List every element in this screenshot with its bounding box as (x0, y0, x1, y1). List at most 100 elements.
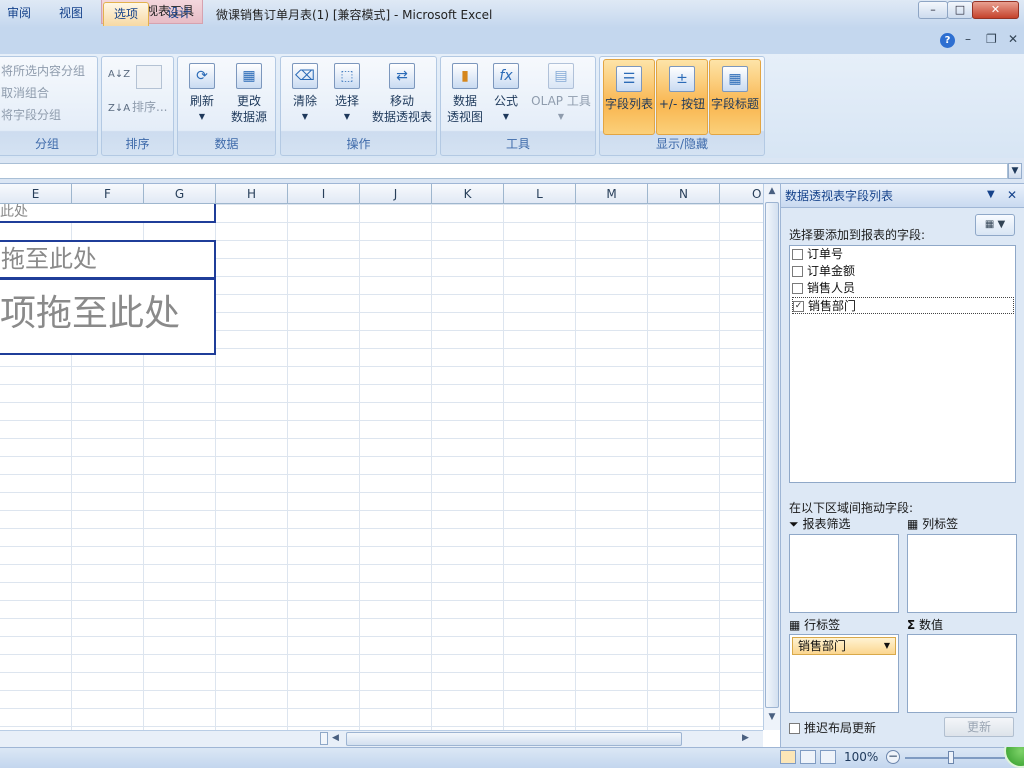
vertical-scroll-thumb[interactable] (765, 202, 779, 708)
group-field-item[interactable]: 将字段分组 (1, 106, 61, 123)
field-list-layout-button[interactable]: ▦ ▼ (975, 214, 1015, 236)
column-header-l[interactable]: L (504, 184, 576, 204)
sort-custom-button[interactable]: 排序... (132, 98, 167, 115)
vertical-scrollbar[interactable]: ▲ ▼ (763, 184, 780, 730)
tab-view[interactable]: 视图 (52, 2, 90, 26)
field-item-department[interactable]: ✓ 销售部门 (792, 297, 1014, 314)
minimize-button[interactable]: – (918, 1, 948, 19)
column-header-m[interactable]: M (576, 184, 648, 204)
formula-input[interactable] (0, 163, 1008, 179)
select-label: 选择 (334, 94, 359, 108)
column-header-o[interactable]: O (720, 184, 763, 204)
field-checkbox[interactable] (792, 283, 803, 294)
defer-checkbox[interactable] (789, 723, 800, 734)
move-pivot-label-1: 移动 (389, 94, 414, 108)
zoom-level[interactable]: 100% (844, 750, 878, 764)
field-list-button[interactable]: ☰ 字段列表 (603, 59, 655, 135)
worksheet-grid[interactable]: E F G H I J K L M N O 此处 拖至此处 项拖至此处 (0, 184, 763, 730)
column-labels-zone[interactable] (907, 534, 1017, 613)
panel-close-icon[interactable]: ✕ (1007, 188, 1017, 202)
ribbon-close-icon[interactable]: ✕ (1008, 32, 1018, 46)
formula-button[interactable]: fx 公式 ▼ (489, 63, 523, 125)
sort-az-button[interactable]: A↓Z (108, 69, 130, 80)
field-checkbox[interactable] (792, 249, 803, 260)
group-label-grouping: 分组 (34, 137, 59, 151)
horizontal-scrollbar[interactable]: ◀ ▶ (0, 730, 763, 747)
field-item-order-amount[interactable]: 订单金额 (792, 263, 1014, 280)
column-header-j[interactable]: J (360, 184, 432, 204)
group-label-show-hide: 显示/隐藏 (655, 137, 709, 151)
sort-za-button[interactable]: Z↓A (108, 103, 130, 114)
scroll-up-icon[interactable]: ▲ (765, 186, 779, 200)
page-break-view-icon[interactable] (820, 750, 836, 764)
scroll-left-icon[interactable]: ◀ (332, 733, 339, 743)
column-header-k[interactable]: K (432, 184, 504, 204)
row-field-department[interactable]: 销售部门 ▼ (792, 637, 896, 655)
zoom-slider-thumb[interactable] (948, 751, 954, 764)
field-headers-button[interactable]: ▦ 字段标题 (709, 59, 761, 135)
select-icon: ⬚ (334, 63, 360, 89)
change-source-button[interactable]: ▦ 更改 数据源 (224, 63, 274, 125)
update-button[interactable]: 更新 (944, 717, 1014, 737)
ribbon-minimize-icon[interactable]: – (965, 32, 971, 46)
column-header-e[interactable]: E (0, 184, 72, 204)
field-item-salesperson[interactable]: 销售人员 (792, 280, 1014, 297)
group-label-data: 数据 (214, 137, 239, 151)
values-zone[interactable] (907, 634, 1017, 713)
expand-buttons-button[interactable]: ± +/- 按钮 (656, 59, 708, 135)
close-button[interactable]: ✕ (972, 1, 1019, 19)
field-checkbox[interactable] (792, 266, 803, 277)
clear-button[interactable]: ⌫ 清除 ▼ (285, 63, 325, 125)
pivot-chart-button[interactable]: ▮ 数据 透视图 (443, 63, 487, 125)
pivot-drop-area-values[interactable]: 项拖至此处 (0, 278, 216, 355)
group-show-hide: ☰ 字段列表 ± +/- 按钮 ▦ 字段标题 显示/隐藏 (599, 56, 765, 156)
group-selection-item[interactable]: 将所选内容分组 (1, 62, 85, 79)
report-filter-zone[interactable] (789, 534, 899, 613)
horizontal-scroll-thumb[interactable] (346, 732, 682, 746)
group-label-tools: 工具 (505, 137, 530, 151)
field-item-order-no[interactable]: 订单号 (792, 246, 1014, 263)
formula-expand-icon[interactable]: ▼ (1008, 163, 1022, 179)
ungroup-item[interactable]: 取消组合 (1, 84, 49, 101)
zoom-out-icon[interactable]: − (886, 750, 900, 764)
page-layout-view-icon[interactable] (800, 750, 816, 764)
olap-icon: ▤ (548, 63, 574, 89)
select-button[interactable]: ⬚ 选择 ▼ (327, 63, 367, 125)
tab-options[interactable]: 选项 (103, 2, 149, 26)
defer-layout-update[interactable]: 推迟布局更新 (789, 719, 876, 736)
pivot-chart-icon: ▮ (452, 63, 478, 89)
olap-tools-button[interactable]: ▤ OLAP 工具 ▼ (527, 63, 595, 125)
row-labels-zone[interactable]: 销售部门 ▼ (789, 634, 899, 713)
column-header-f[interactable]: F (72, 184, 144, 204)
layout-view-icon[interactable] (780, 750, 796, 764)
zoom-slider[interactable] (905, 757, 1005, 759)
column-header-h[interactable]: H (216, 184, 288, 204)
scroll-right-icon[interactable]: ▶ (742, 733, 749, 743)
row-field-dropdown-icon[interactable]: ▼ (884, 638, 890, 654)
tab-design[interactable]: 设计 (158, 2, 200, 26)
column-header-g[interactable]: G (144, 184, 216, 204)
defer-label: 推迟布局更新 (804, 721, 877, 735)
refresh-icon: ⟳ (189, 63, 215, 89)
pivot-drop-area-filter[interactable]: 此处 (0, 204, 216, 223)
tab-review[interactable]: 审阅 (0, 2, 38, 26)
row-field-label: 销售部门 (798, 639, 847, 653)
help-icon[interactable]: ? (940, 33, 955, 48)
choose-fields-label: 选择要添加到报表的字段: (789, 228, 926, 242)
field-checkbox-checked[interactable]: ✓ (793, 301, 804, 312)
sort-custom-icon (136, 65, 162, 89)
maximize-button[interactable]: □ (947, 1, 973, 19)
group-label-actions: 操作 (346, 137, 371, 151)
field-list-label: 字段列表 (604, 97, 653, 111)
sheet-split-handle[interactable] (320, 732, 328, 745)
panel-menu-icon[interactable]: ▼ (987, 189, 995, 200)
move-pivot-button[interactable]: ⇄ 移动 数据透视表 (369, 63, 435, 125)
column-header-i[interactable]: I (288, 184, 360, 204)
field-label: 销售部门 (808, 299, 857, 313)
group-sort: A↓Z Z↓A 排序... 排序 (101, 56, 174, 156)
refresh-button[interactable]: ⟳ 刷新 ▼ (182, 63, 222, 125)
column-header-n[interactable]: N (648, 184, 720, 204)
scroll-down-icon[interactable]: ▼ (765, 712, 779, 726)
pivot-drop-area-row[interactable]: 拖至此处 (0, 240, 216, 279)
ribbon-restore-icon[interactable]: ❐ (986, 32, 997, 46)
